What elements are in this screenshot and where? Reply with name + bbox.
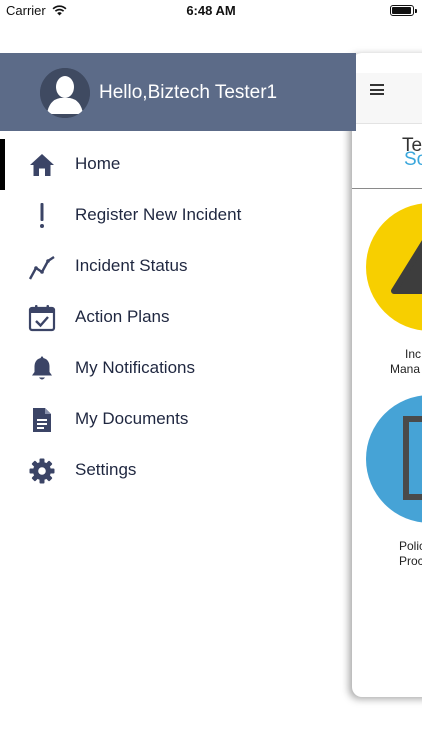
- menu-label-register-incident: Register New Incident: [75, 205, 242, 224]
- divider: [352, 188, 422, 189]
- drawer-menu: Home Register New Incident Incident Stat…: [0, 139, 352, 496]
- menu-label-incident-status: Incident Status: [75, 256, 188, 275]
- active-indicator: [0, 139, 5, 190]
- bell-icon: [27, 354, 57, 384]
- trend-icon: [27, 252, 57, 282]
- document-icon: [27, 405, 57, 435]
- app-logo-bottom: So: [404, 149, 422, 170]
- avatar[interactable]: [40, 68, 90, 118]
- app-top-bar: [352, 73, 422, 124]
- tile-label-incident-2: Mana: [390, 362, 421, 376]
- drawer-header: Hello,Biztech Tester1: [0, 53, 356, 131]
- building-icon: [403, 416, 422, 500]
- tile-label-policies-1: Polic: [399, 539, 422, 553]
- calendar-check-icon: [27, 303, 57, 333]
- status-bar: Carrier 6:48 AM: [0, 0, 422, 22]
- menu-item-action-plans[interactable]: Action Plans: [0, 292, 352, 343]
- menu-label-my-notifications: My Notifications: [75, 358, 195, 377]
- status-time: 6:48 AM: [186, 3, 236, 18]
- menu-label-action-plans: Action Plans: [75, 307, 170, 326]
- menu-item-home[interactable]: Home: [0, 139, 352, 190]
- menu-item-my-documents[interactable]: My Documents: [0, 394, 352, 445]
- menu-label-my-documents: My Documents: [75, 409, 189, 428]
- user-greeting: Hello,Biztech Tester1: [99, 82, 278, 103]
- menu-item-my-notifications[interactable]: My Notifications: [0, 343, 352, 394]
- battery-icon: [390, 5, 417, 16]
- exclamation-icon: [27, 201, 57, 231]
- menu-item-settings[interactable]: Settings: [0, 445, 352, 496]
- user-icon: [40, 68, 90, 118]
- menu-item-register-incident[interactable]: Register New Incident: [0, 190, 352, 241]
- home-icon: [27, 150, 57, 180]
- menu-label-settings: Settings: [75, 460, 137, 479]
- tile-label-incident-1: Inc: [405, 347, 422, 361]
- menu-item-incident-status[interactable]: Incident Status: [0, 241, 352, 292]
- background-app-card[interactable]: Te So Inc Mana Polic Proc: [352, 53, 422, 697]
- tile-label-policies-2: Proc: [399, 554, 422, 568]
- hamburger-menu-icon[interactable]: [370, 84, 384, 95]
- policies-procedures-tile[interactable]: [366, 395, 422, 523]
- incident-management-tile[interactable]: [366, 203, 422, 331]
- menu-label-home: Home: [75, 154, 121, 173]
- warning-triangle-icon: [391, 240, 422, 294]
- gear-icon: [27, 456, 57, 486]
